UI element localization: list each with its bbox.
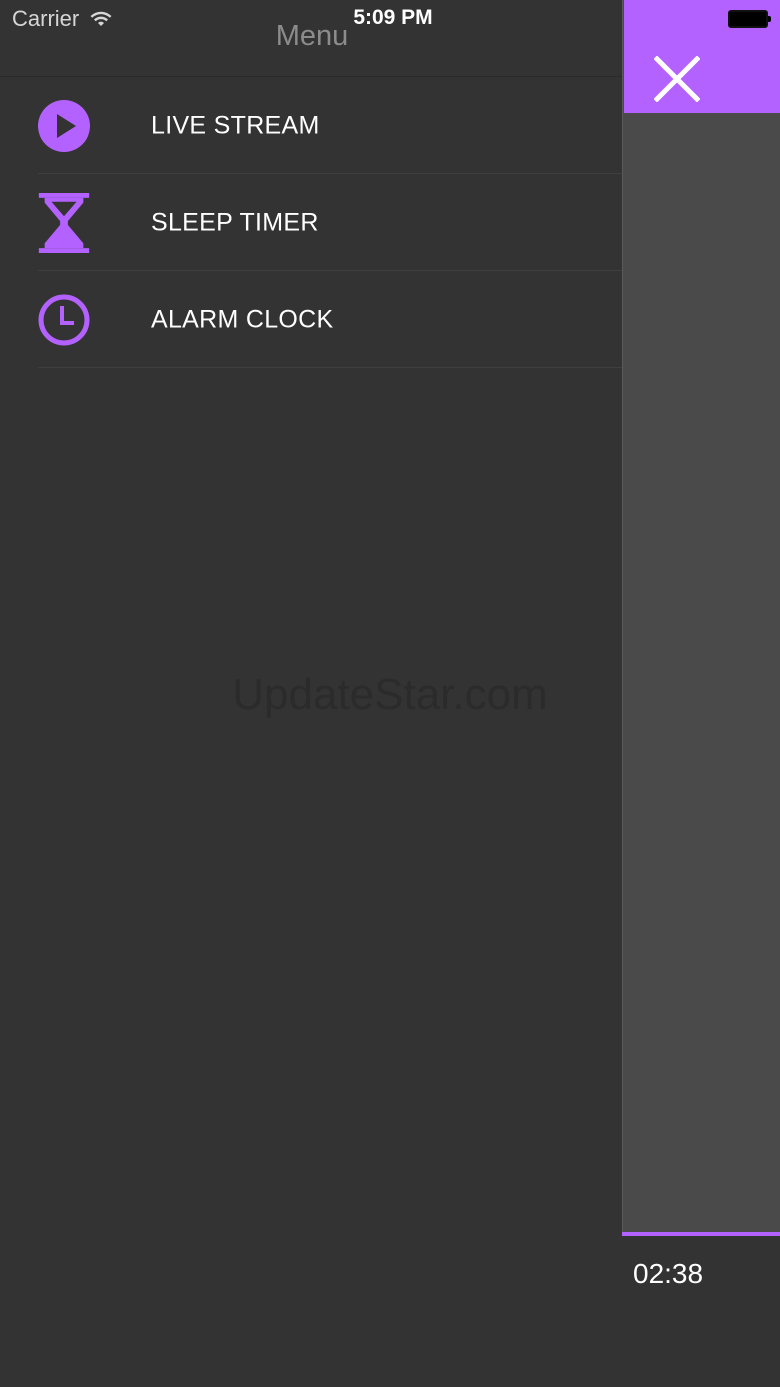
menu-item-label: LIVE STREAM bbox=[151, 111, 320, 139]
playback-progress[interactable] bbox=[622, 1232, 780, 1236]
menu-item-sleep-timer[interactable]: SLEEP TIMER bbox=[0, 174, 622, 271]
content-panel[interactable] bbox=[622, 0, 780, 1235]
menu-title: Menu bbox=[275, 20, 349, 52]
battery-icon bbox=[728, 10, 771, 28]
menu-item-label: SLEEP TIMER bbox=[151, 208, 319, 236]
app-screen: Carrier 5:09 PM Menu LIVE STREAM SLEEP T… bbox=[0, 0, 780, 1387]
close-icon bbox=[654, 56, 700, 102]
elapsed-time: 02:38 bbox=[633, 1258, 704, 1289]
hourglass-icon bbox=[38, 192, 90, 253]
progress-fill bbox=[622, 1232, 780, 1236]
row-divider bbox=[38, 367, 622, 368]
menu-item-live-stream[interactable]: LIVE STREAM bbox=[0, 77, 622, 174]
play-icon bbox=[38, 99, 90, 152]
clock-icon bbox=[38, 294, 90, 345]
menu-item-label: ALARM CLOCK bbox=[151, 305, 334, 333]
menu-item-alarm-clock[interactable]: ALARM CLOCK bbox=[0, 271, 622, 368]
